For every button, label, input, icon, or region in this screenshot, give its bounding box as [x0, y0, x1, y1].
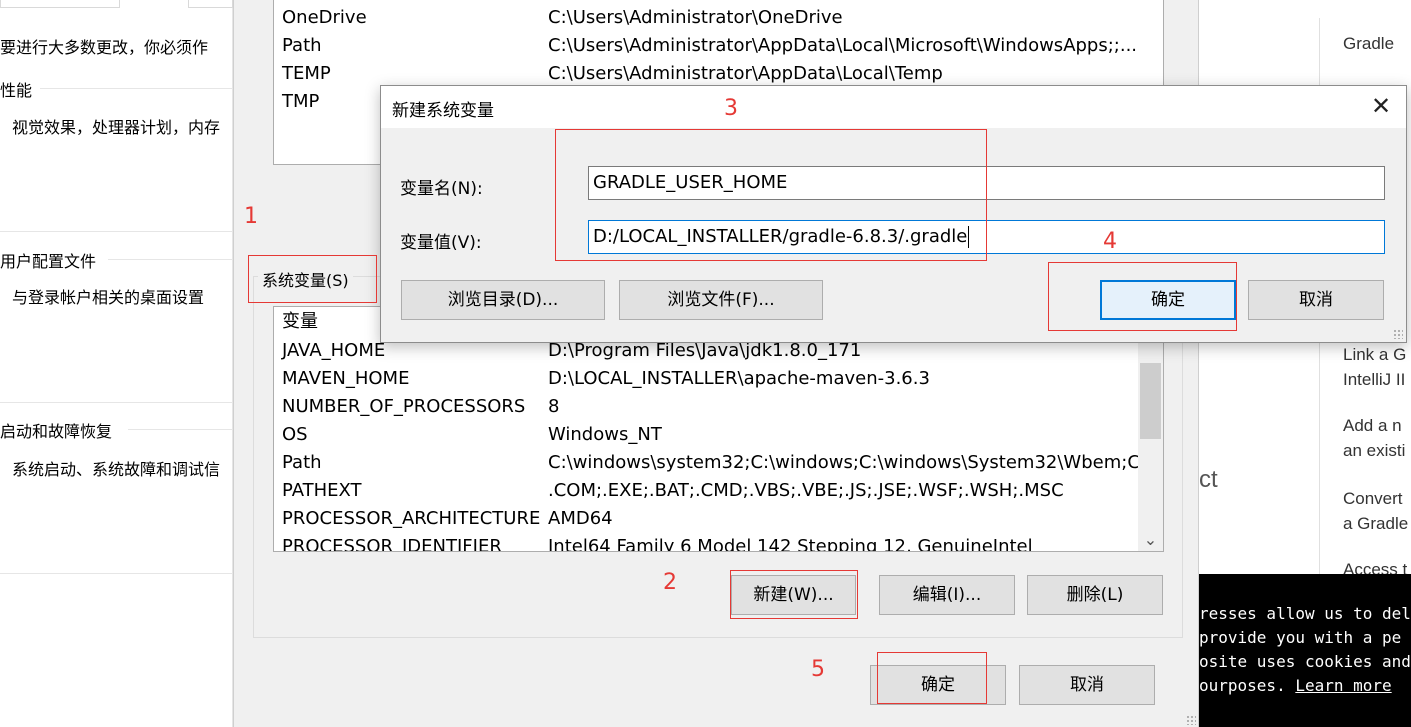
divider: [128, 429, 233, 430]
sidebar-item-convert[interactable]: Convert: [1343, 489, 1403, 509]
sidebar-item-add-2[interactable]: an existi: [1343, 441, 1405, 461]
tab-remnant[interactable]: [188, 0, 233, 8]
scroll-thumb[interactable]: [1140, 363, 1161, 439]
annotation-number-1: 1: [244, 204, 258, 229]
cookie-text: osite uses cookies and: [1199, 652, 1411, 671]
annotation-number-4: 4: [1103, 229, 1117, 254]
performance-desc: 视觉效果，处理器计划，内存: [12, 118, 221, 137]
annotation-box-1: [248, 255, 377, 303]
annotation-box-2: [730, 570, 858, 619]
cookie-text: resses allow us to del: [1199, 604, 1411, 623]
tab-remnant[interactable]: [0, 0, 120, 8]
annotation-number-3: 3: [724, 96, 738, 121]
sidebar-item-add[interactable]: Add a n: [1343, 416, 1402, 436]
title-bar[interactable]: 新建系统变量 ✕: [381, 86, 1406, 128]
cookie-text: provide you with a pe: [1199, 628, 1402, 647]
close-icon[interactable]: ✕: [1366, 92, 1396, 120]
variable-name-label: 变量名(N):: [400, 179, 483, 199]
cookie-banner: resses allow us to del provide you with …: [1199, 574, 1411, 727]
delete-variable-button[interactable]: 删除(L): [1027, 575, 1163, 615]
divider: [0, 573, 233, 574]
cookie-text-last: ourposes. Learn more: [1199, 676, 1392, 695]
sidebar-item-link[interactable]: Link a G: [1343, 345, 1406, 365]
performance-heading: 性能: [0, 81, 33, 100]
admin-note: 要进行大多数更改，你必须作: [0, 38, 209, 57]
annotation-number-5: 5: [811, 657, 825, 682]
annotation-box-3: [555, 129, 987, 261]
system-properties-panel: 要进行大多数更改，你必须作 性能 视觉效果，处理器计划，内存 用户配置文件 与登…: [0, 0, 233, 727]
resize-grip[interactable]: [1186, 715, 1196, 725]
sidebar-item-link-2[interactable]: IntelliJ II: [1343, 370, 1405, 390]
browse-file-button[interactable]: 浏览文件(F)...: [619, 280, 823, 320]
resize-grip[interactable]: [1393, 329, 1403, 339]
user-profiles-desc: 与登录帐户相关的桌面设置: [12, 288, 205, 307]
partial-heading: ct: [1199, 466, 1218, 493]
sidebar-heading-gradle[interactable]: Gradle: [1343, 34, 1394, 54]
startup-heading: 启动和故障恢复: [0, 422, 113, 441]
cancel-button[interactable]: 取消: [1019, 665, 1155, 705]
sidebar-item-convert-2[interactable]: a Gradle: [1343, 514, 1408, 534]
annotation-box-5: [877, 652, 987, 704]
annotation-box-4: [1048, 262, 1237, 331]
divider: [0, 231, 233, 232]
startup-desc: 系统启动、系统故障和调试信: [12, 460, 221, 479]
dialog-title: 新建系统变量: [392, 101, 494, 121]
variable-value-label: 变量值(V):: [400, 233, 482, 253]
divider: [0, 402, 233, 403]
divider: [40, 88, 233, 89]
scrollbar[interactable]: ⌄: [1138, 307, 1163, 551]
new-var-cancel-button[interactable]: 取消: [1248, 280, 1384, 320]
scroll-down-icon[interactable]: ⌄: [1138, 530, 1163, 549]
divider: [108, 259, 233, 260]
learn-more-link[interactable]: Learn more: [1295, 676, 1391, 695]
edit-variable-button[interactable]: 编辑(I)...: [879, 575, 1015, 615]
user-profiles-heading: 用户配置文件: [0, 252, 97, 271]
annotation-number-2: 2: [663, 570, 677, 595]
browse-directory-button[interactable]: 浏览目录(D)...: [401, 280, 605, 320]
